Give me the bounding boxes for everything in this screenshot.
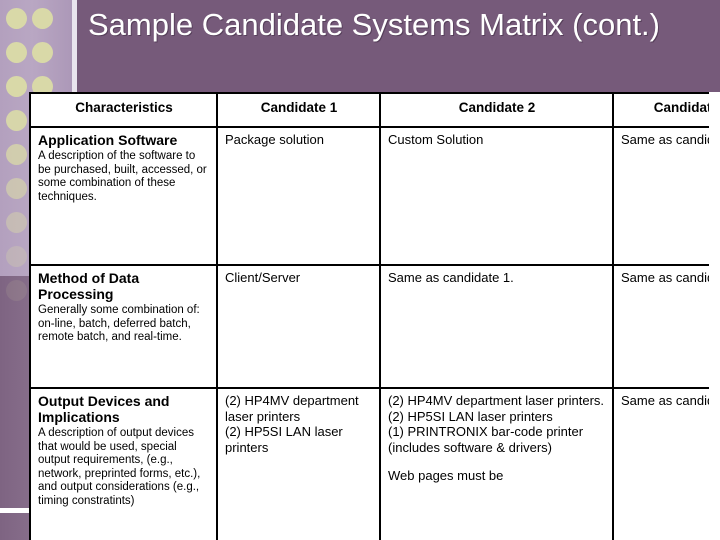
characteristic-description: A description of the software to be purc… xyxy=(38,150,207,203)
candidate-3-value: Same as candidate 1. xyxy=(621,270,709,285)
candidate-systems-matrix: Characteristics Candidate 1 Candidate 2 … xyxy=(29,92,709,540)
candidate-2-line: (1) PRINTRONIX bar-code printer (include… xyxy=(388,424,584,455)
cell-characteristic: Method of Data Processing Generally some… xyxy=(29,264,218,389)
candidate-1-line: (2) HP4MV department laser printers xyxy=(225,393,359,424)
cell-candidate-1: Package solution xyxy=(216,126,381,266)
decorative-dot xyxy=(6,212,27,233)
candidate-3-value: Same as candidate 2. xyxy=(621,393,709,408)
decorative-dot xyxy=(6,178,27,199)
candidate-2-value: Custom Solution xyxy=(388,132,484,147)
candidate-3-value: Same as candidate 2. xyxy=(621,132,709,147)
candidate-2-spacer xyxy=(388,455,606,468)
column-header-candidate-2: Candidate 2 xyxy=(379,92,614,128)
decorative-dot xyxy=(6,42,27,63)
cell-candidate-3: Same as candidate 2. xyxy=(612,387,709,540)
matrix-table-head: Characteristics Candidate 1 Candidate 2 … xyxy=(29,92,709,128)
cell-characteristic: Application Software A description of th… xyxy=(29,126,218,266)
cell-candidate-2: Custom Solution xyxy=(379,126,614,266)
characteristic-title: Method of Data Processing xyxy=(38,270,140,302)
table-row: Output Devices and Implications A descri… xyxy=(29,387,709,540)
candidate-1-value: Client/Server xyxy=(225,270,301,285)
table-row: Application Software A description of th… xyxy=(29,126,709,266)
column-header-characteristics: Characteristics xyxy=(29,92,218,128)
decorative-dot xyxy=(6,246,27,267)
column-header-candidate-3: Candidate 3 xyxy=(612,92,709,128)
candidate-2-line: Web pages must be xyxy=(388,468,504,483)
decorative-dot xyxy=(6,144,27,165)
cell-candidate-1: Client/Server xyxy=(216,264,381,389)
characteristic-title: Output Devices and Implications xyxy=(38,393,170,425)
cell-characteristic: Output Devices and Implications A descri… xyxy=(29,387,218,540)
page-title: Sample Candidate Systems Matrix (cont.) xyxy=(88,7,660,42)
cell-candidate-3: Same as candidate 2. xyxy=(612,126,709,266)
table-row: Method of Data Processing Generally some… xyxy=(29,264,709,389)
cell-candidate-3: Same as candidate 1. xyxy=(612,264,709,389)
candidate-1-value: Package solution xyxy=(225,132,325,147)
column-header-candidate-1: Candidate 1 xyxy=(216,92,381,128)
characteristic-description: Generally some combination of: on-line, … xyxy=(38,304,200,343)
candidate-2-line: (2) HP5SI LAN laser printers xyxy=(388,408,553,424)
cell-candidate-1: (2) HP4MV department laser printers (2) … xyxy=(216,387,381,540)
characteristic-title: Application Software xyxy=(38,132,178,148)
candidate-1-line: (2) HP5SI LAN laser printers xyxy=(225,424,343,455)
matrix-table-body: Application Software A description of th… xyxy=(29,126,709,540)
matrix-table: Characteristics Candidate 1 Candidate 2 … xyxy=(29,92,709,540)
decorative-dot xyxy=(32,8,53,29)
decorative-dot xyxy=(6,280,27,301)
table-header-row: Characteristics Candidate 1 Candidate 2 … xyxy=(29,92,709,128)
candidate-2-line: (2) HP4MV department laser printers. xyxy=(388,393,605,408)
characteristic-description: A description of output devices that wou… xyxy=(38,427,201,507)
cell-candidate-2: Same as candidate 1. xyxy=(379,264,614,389)
decorative-dot xyxy=(6,76,27,97)
candidate-2-value: Same as candidate 1. xyxy=(388,270,514,285)
decorative-dot xyxy=(6,8,27,29)
decorative-dot xyxy=(6,110,27,131)
cell-candidate-2: (2) HP4MV department laser printers. (2)… xyxy=(379,387,614,540)
decorative-dot xyxy=(32,42,53,63)
slide: Sample Candidate Systems Matrix (cont.) … xyxy=(0,0,720,540)
